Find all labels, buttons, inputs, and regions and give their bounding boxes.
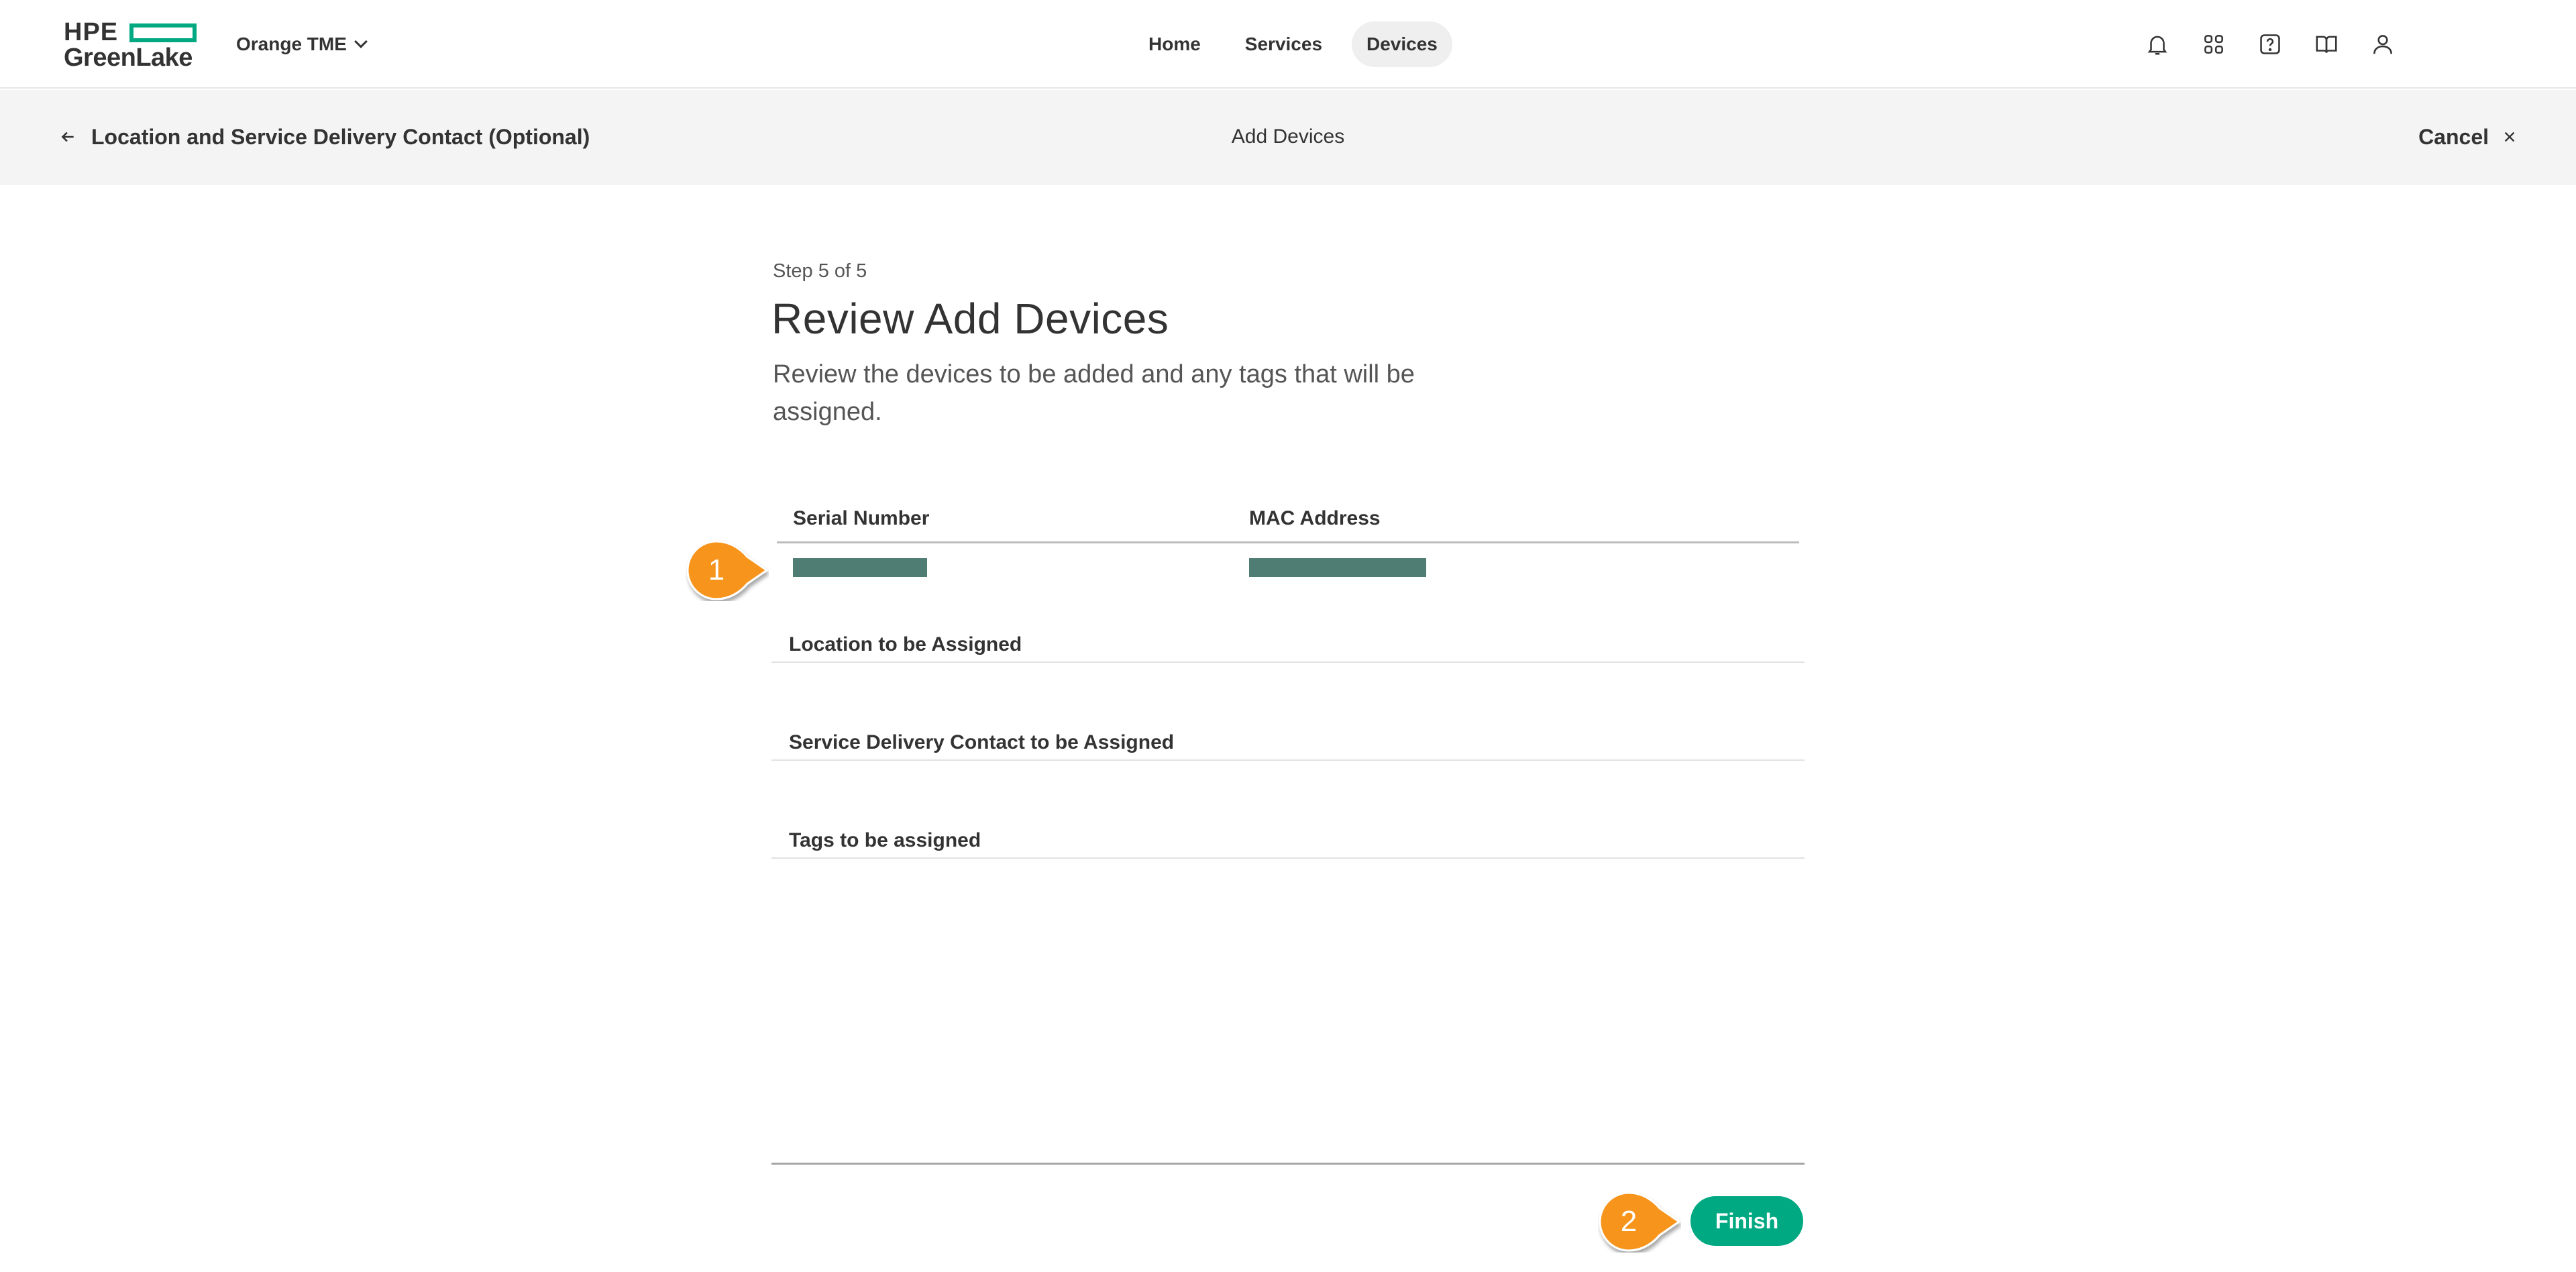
workspace-name: Orange TME: [236, 34, 347, 54]
header-icon-group: [2144, 31, 2396, 58]
callout-number-2: 2: [1620, 1205, 1638, 1238]
table-row: [777, 543, 1799, 590]
bell-icon[interactable]: [2144, 31, 2171, 58]
apps-grid-icon[interactable]: [2200, 31, 2227, 58]
service-delivery-contact-label: Service Delivery Contact to be Assigned: [789, 731, 1175, 753]
chevron-down-icon: [354, 35, 368, 48]
tags-section: Tags to be assigned: [771, 824, 1805, 859]
top-navigation-bar: HPE GreenLake Orange TME Home Services D…: [0, 0, 2576, 89]
hpe-greenlake-logo[interactable]: HPE GreenLake: [64, 19, 205, 71]
service-delivery-contact-section: Service Delivery Contact to be Assigned: [771, 726, 1805, 761]
cancel-button-label: Cancel: [2418, 124, 2489, 149]
serial-number-redacted: [793, 558, 927, 577]
logo-hpe-text: HPE: [64, 18, 119, 46]
nav-home[interactable]: Home: [1134, 21, 1216, 67]
logo-element-icon: [129, 23, 197, 42]
callout-marker-2: 2: [1598, 1191, 1681, 1253]
location-section-label: Location to be Assigned: [789, 633, 1022, 655]
user-icon[interactable]: [2369, 31, 2396, 58]
nav-services[interactable]: Services: [1230, 21, 1337, 67]
location-section: Location to be Assigned: [771, 628, 1805, 663]
wizard-title: Add Devices: [1231, 125, 1345, 148]
workspace-switcher[interactable]: Orange TME: [236, 31, 368, 58]
table-header: Serial Number MAC Address: [777, 502, 1799, 543]
column-header-serial-number: Serial Number: [793, 507, 930, 529]
page-description: Review the devices to be added and any t…: [773, 360, 1415, 426]
step-indicator: Step 5 of 5: [773, 260, 867, 282]
help-icon[interactable]: [2257, 31, 2284, 58]
finish-button[interactable]: Finish: [1690, 1196, 1803, 1246]
callout-marker-1: 1: [686, 539, 769, 601]
logo-greenlake-text: GreenLake: [64, 44, 193, 72]
devices-table: Serial Number MAC Address: [777, 502, 1799, 590]
tags-section-label: Tags to be assigned: [789, 829, 981, 851]
footer-divider: [771, 1163, 1805, 1165]
callout-number-1: 1: [708, 553, 725, 586]
nav-devices[interactable]: Devices: [1352, 21, 1452, 67]
column-header-mac-address: MAC Address: [1249, 507, 1381, 529]
close-icon: [2504, 131, 2515, 142]
cancel-button[interactable]: Cancel: [2418, 123, 2517, 150]
page-title: Review Add Devices: [771, 295, 1169, 343]
wizard-header: Location and Service Delivery Contact (O…: [0, 90, 2576, 185]
book-icon[interactable]: [2313, 31, 2340, 58]
main-nav-links: Home Services Devices: [1134, 21, 1452, 67]
mac-address-redacted: [1249, 558, 1426, 577]
